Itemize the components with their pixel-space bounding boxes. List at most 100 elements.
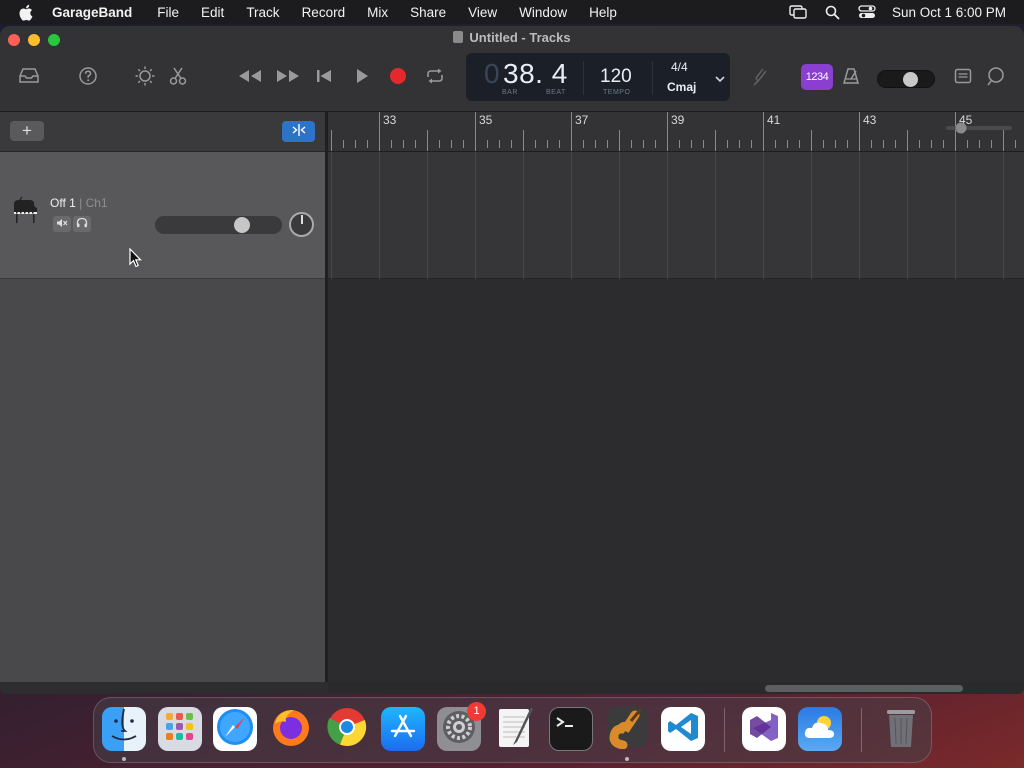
- menu-clock[interactable]: Sun Oct 1 6:00 PM: [892, 5, 1006, 20]
- ruler-tick: [895, 140, 896, 148]
- play-button[interactable]: [350, 64, 374, 88]
- dock-app-store[interactable]: [381, 707, 425, 751]
- playhead-snap-icon: [291, 123, 307, 141]
- ruler-tick: [787, 140, 788, 148]
- dock-textedit[interactable]: [493, 707, 537, 751]
- rewind-button[interactable]: [237, 64, 263, 88]
- horizontal-scrollbar[interactable]: [328, 682, 1024, 694]
- ruler-tick: [679, 140, 680, 148]
- help-icon: [78, 66, 98, 86]
- menu-app-name[interactable]: GarageBand: [52, 5, 132, 20]
- dock-vscode[interactable]: [661, 707, 705, 751]
- go-to-beginning-button[interactable]: [312, 64, 336, 88]
- menu-bar: GarageBand File Edit Track Record Mix Sh…: [0, 0, 1024, 24]
- dock-garageband[interactable]: [605, 707, 649, 751]
- track-header[interactable]: Off 1 | Ch1: [0, 152, 325, 279]
- ruler-bar-number: 43: [863, 113, 877, 127]
- mute-button[interactable]: [53, 216, 71, 232]
- ruler-tick: [439, 140, 440, 148]
- menu-view[interactable]: View: [468, 5, 497, 20]
- app-store-icon: [387, 711, 419, 748]
- dock-visual-studio[interactable]: [742, 707, 786, 751]
- master-volume-slider[interactable]: [877, 70, 935, 88]
- timeline-ruler[interactable]: 33 35 37 39 41 43 45: [328, 112, 1024, 152]
- dock-weather[interactable]: [798, 707, 842, 751]
- dock-chrome[interactable]: [325, 707, 369, 751]
- ruler-tick: [907, 130, 908, 151]
- scissors-icon: [169, 66, 187, 86]
- lane-gridline: [715, 152, 716, 279]
- dock-safari[interactable]: [213, 707, 257, 751]
- horizontal-zoom-slider[interactable]: [946, 121, 1012, 135]
- record-button[interactable]: [386, 64, 410, 88]
- lcd-divider: [652, 61, 653, 95]
- library-button[interactable]: [17, 64, 41, 88]
- menu-mix[interactable]: Mix: [367, 5, 388, 20]
- ruler-tick: [559, 140, 560, 148]
- menu-help[interactable]: Help: [589, 5, 617, 20]
- play-icon: [355, 68, 369, 84]
- lcd-time-signature[interactable]: 4/4: [671, 60, 688, 74]
- cycle-button[interactable]: [423, 64, 447, 88]
- ruler-bar-number: 41: [767, 113, 781, 127]
- tuner-button[interactable]: [748, 64, 772, 88]
- track-pan-knob[interactable]: [289, 212, 314, 237]
- record-icon: [389, 67, 407, 85]
- spotlight-search-icon[interactable]: [825, 5, 840, 20]
- menu-share[interactable]: Share: [410, 5, 446, 20]
- ruler-tick: [703, 140, 704, 148]
- track-volume-knob[interactable]: [234, 217, 251, 233]
- ruler-tick: [919, 140, 920, 148]
- dock-terminal[interactable]: [549, 707, 593, 751]
- ruler-tick: [643, 140, 644, 148]
- apple-menu-icon[interactable]: [18, 4, 36, 21]
- lane-gridline: [523, 152, 524, 279]
- dock-firefox[interactable]: [269, 707, 313, 751]
- track-lane[interactable]: [328, 152, 1024, 279]
- ruler-tick: [511, 140, 512, 148]
- ruler-tick: [631, 140, 632, 148]
- metronome-button[interactable]: [839, 64, 863, 88]
- ruler-bar-number: 33: [383, 113, 397, 127]
- dock-trash[interactable]: [879, 707, 923, 751]
- menu-record[interactable]: Record: [302, 5, 346, 20]
- window-title: Untitled - Tracks: [0, 30, 1024, 45]
- ruler-tick: [331, 130, 332, 151]
- solo-button[interactable]: [73, 216, 91, 232]
- screen-mirroring-icon[interactable]: [789, 5, 807, 19]
- loop-browser-button[interactable]: [984, 64, 1008, 88]
- editors-button[interactable]: [166, 64, 190, 88]
- lcd-key[interactable]: Cmaj: [667, 80, 696, 94]
- fast-forward-button[interactable]: [275, 64, 301, 88]
- running-indicator: [122, 757, 126, 761]
- scrollbar-thumb[interactable]: [765, 685, 963, 692]
- control-center-icon[interactable]: [858, 5, 876, 19]
- track-name[interactable]: Off 1 | Ch1: [50, 196, 108, 210]
- master-volume-knob[interactable]: [903, 72, 919, 87]
- track-volume-slider[interactable]: [155, 216, 282, 234]
- menu-window[interactable]: Window: [519, 5, 567, 20]
- chrome-icon: [326, 707, 368, 751]
- dock-launchpad[interactable]: [158, 707, 202, 751]
- menu-file[interactable]: File: [157, 5, 179, 20]
- menu-edit[interactable]: Edit: [201, 5, 224, 20]
- catch-playhead-button[interactable]: [282, 121, 315, 142]
- dock-finder[interactable]: [102, 707, 146, 751]
- smart-controls-button[interactable]: [133, 64, 157, 88]
- count-in-button[interactable]: 1234: [801, 64, 833, 90]
- menu-track[interactable]: Track: [246, 5, 279, 20]
- grand-piano-icon: [10, 196, 40, 231]
- lane-gridline: [907, 152, 908, 279]
- lcd-tempo[interactable]: 120: [600, 66, 632, 88]
- quick-help-button[interactable]: [76, 64, 100, 88]
- ruler-tick: [667, 112, 668, 151]
- lcd-mode-chevron-icon[interactable]: [715, 70, 725, 88]
- tracks-area[interactable]: [328, 152, 1024, 682]
- lcd-display[interactable]: 0 38. 4 BAR BEAT 120 TEMPO 4/4 Cmaj: [466, 53, 730, 101]
- ruler-tick: [595, 140, 596, 148]
- add-track-button[interactable]: +: [10, 121, 44, 141]
- ruler-tick: [799, 140, 800, 148]
- pan-indicator: [301, 215, 303, 224]
- track-name-text: Off 1: [50, 196, 76, 210]
- notepad-button[interactable]: [951, 64, 975, 88]
